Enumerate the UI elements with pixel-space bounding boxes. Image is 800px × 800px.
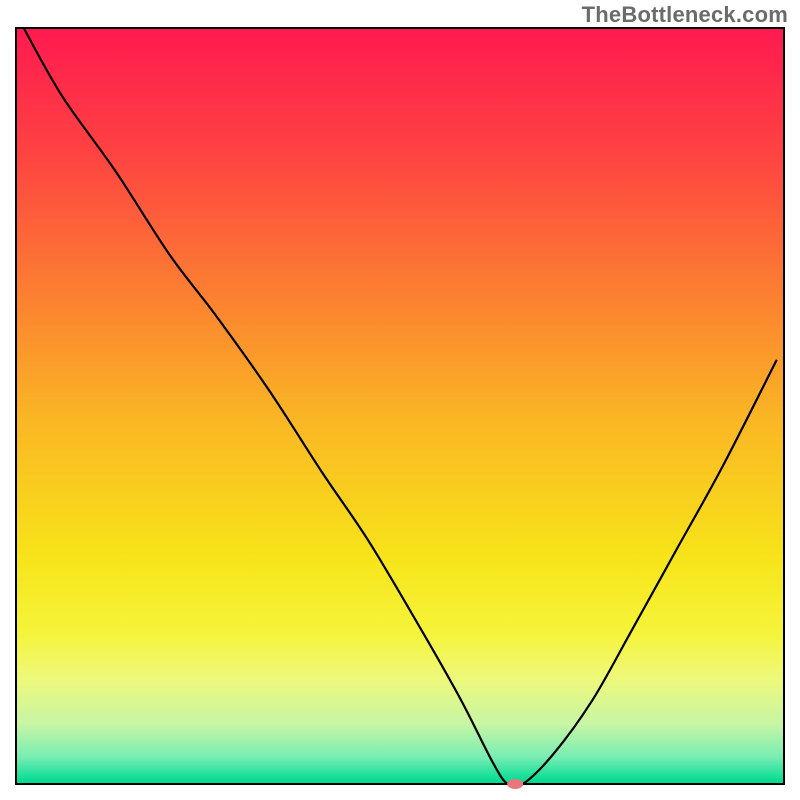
watermark-text: TheBottleneck.com <box>582 2 788 28</box>
chart-container: TheBottleneck.com <box>0 0 800 800</box>
plot-background <box>16 28 784 784</box>
highlight-marker <box>507 779 523 789</box>
bottleneck-chart <box>0 0 800 800</box>
